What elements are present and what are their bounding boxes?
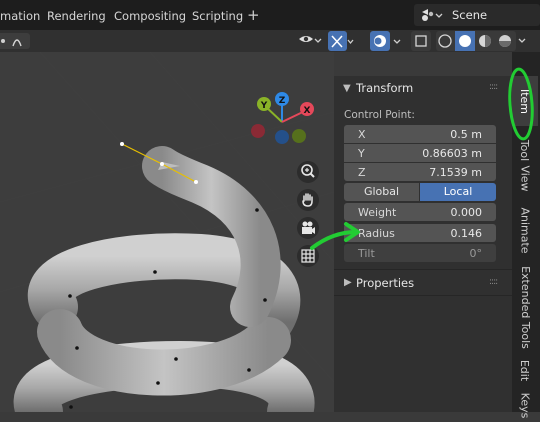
z-value: 7.1539 m (429, 166, 482, 179)
proportional-falloff-icon[interactable] (0, 32, 34, 50)
radius-value: 0.146 (450, 227, 483, 240)
hand-pan-icon[interactable] (297, 189, 319, 211)
viewport-shading-icons[interactable] (411, 31, 528, 51)
zoom-icon[interactable] (297, 161, 319, 183)
gizmo-y-label: Y (260, 101, 268, 111)
y-label: Y (358, 147, 365, 160)
sidebar-panel: ▼ Transform :::: Control Point: X 0.5 m … (334, 76, 512, 412)
tilt-field[interactable]: Tilt 0° (344, 244, 496, 262)
drag-handle-icon[interactable]: :::: (489, 82, 498, 92)
tab-scripting[interactable]: Scripting (192, 9, 243, 23)
transform-panel-title[interactable]: Transform (356, 81, 413, 95)
tab-view[interactable]: View (512, 156, 538, 200)
tilt-label: Tilt (358, 247, 375, 260)
global-toggle-button[interactable]: Global (344, 183, 419, 201)
sidebar-tab-strip: Item Tool View Animate Extended Tools Ed… (512, 52, 540, 418)
chevron-down-icon: ▼ (343, 83, 351, 94)
tab-animation[interactable]: mation (0, 9, 40, 23)
tab-compositing[interactable]: Compositing (114, 9, 186, 23)
radius-label: Radius (358, 227, 395, 240)
tab-edit[interactable]: Edit (512, 354, 538, 386)
section-divider (334, 269, 512, 270)
add-workspace-button[interactable]: + (247, 6, 260, 24)
weight-field[interactable]: Weight 0.000 (344, 203, 496, 221)
view-object-types-icon[interactable] (297, 33, 323, 49)
camera-icon[interactable] (297, 217, 319, 239)
z-label: Z (358, 166, 366, 179)
navigation-gizmo[interactable]: Z Y X (248, 88, 320, 152)
tab-rendering[interactable]: Rendering (47, 9, 106, 23)
3d-viewport[interactable]: Z Y X (0, 52, 334, 412)
scene-name: Scene (452, 8, 488, 22)
control-point-label: Control Point: (344, 109, 415, 121)
tab-keys[interactable]: Keys (512, 388, 538, 422)
gizmo-x-label: X (304, 106, 311, 116)
weight-label: Weight (358, 206, 397, 219)
workspace-tab-bar: mation Rendering Compositing Scripting +… (0, 0, 540, 30)
scene-icon (422, 9, 443, 21)
tilt-value: 0° (469, 247, 483, 260)
section-divider (334, 295, 512, 296)
radius-field[interactable]: Radius 0.146 (344, 224, 496, 242)
drag-handle-icon[interactable]: :::: (489, 277, 498, 287)
properties-panel-title[interactable]: Properties (356, 276, 414, 290)
y-value: 0.86603 m (422, 147, 482, 160)
control-point-z-field[interactable]: Z 7.1539 m (344, 163, 496, 181)
overlays-toggle-icon[interactable] (370, 31, 406, 51)
tab-extended-tools[interactable]: Extended Tools (512, 262, 538, 352)
weight-value: 0.000 (450, 206, 483, 219)
control-point-y-field[interactable]: Y 0.86603 m (344, 144, 496, 162)
tab-item[interactable]: Item (512, 76, 538, 126)
gizmo-z-label: Z (279, 96, 286, 106)
chevron-right-icon: ▶ (344, 277, 352, 288)
x-label: X (358, 128, 366, 141)
control-point-x-field[interactable]: X 0.5 m (344, 125, 496, 143)
gizmo-toggle-icon[interactable] (328, 31, 354, 51)
x-value: 0.5 m (450, 128, 482, 141)
local-toggle-button[interactable]: Local (420, 183, 496, 201)
tab-animate[interactable]: Animate (512, 202, 538, 258)
grid-icon[interactable] (297, 245, 319, 267)
